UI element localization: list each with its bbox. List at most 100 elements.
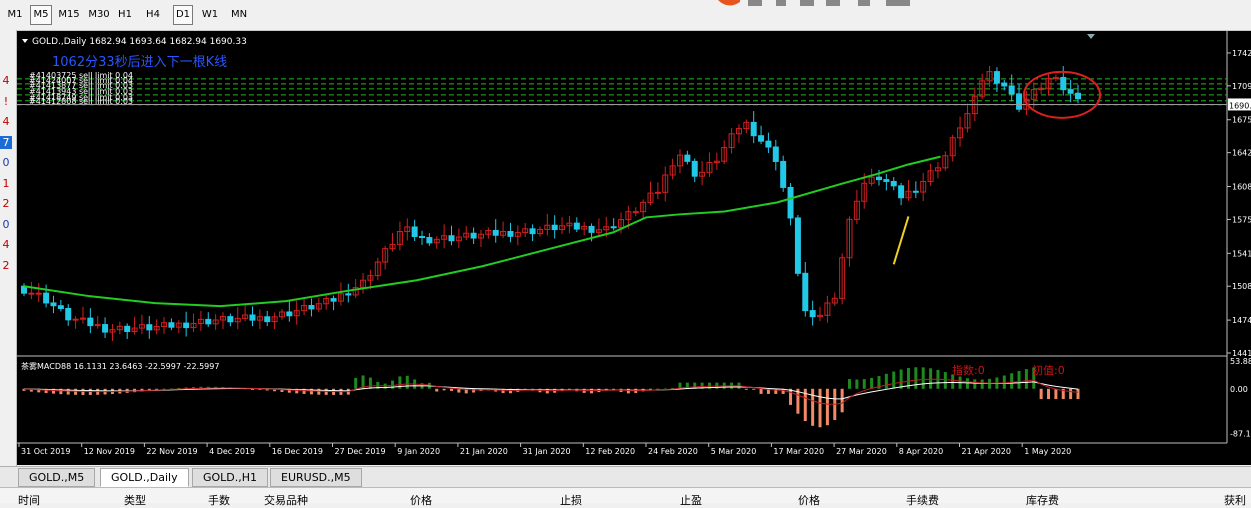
side-value: 0 bbox=[2, 156, 10, 169]
candle-body bbox=[102, 324, 109, 333]
x-tick-label: 31 Jan 2020 bbox=[523, 447, 571, 456]
column-header[interactable]: 止损 bbox=[560, 492, 582, 508]
macd-annotation: 初值:0 bbox=[1032, 363, 1065, 377]
macd-bar bbox=[1002, 375, 1006, 389]
candle-body bbox=[205, 318, 212, 325]
candle-body bbox=[124, 325, 131, 332]
candle-body bbox=[28, 292, 35, 295]
candle-body bbox=[772, 146, 779, 162]
candle-body bbox=[898, 185, 905, 199]
x-tick-label: 16 Dec 2019 bbox=[272, 447, 323, 456]
x-tick-label: 4 Dec 2019 bbox=[209, 447, 255, 456]
candle-body bbox=[227, 316, 234, 323]
candle-body bbox=[794, 217, 801, 274]
timeframe-button-m5[interactable]: M5 bbox=[30, 5, 52, 25]
chart-background bbox=[17, 31, 1251, 465]
column-header[interactable]: 库存费 bbox=[1026, 492, 1059, 508]
price-chart[interactable]: #41403725 sell limit 0.04#41424007 sell … bbox=[17, 31, 1251, 465]
candle-body bbox=[43, 292, 50, 304]
y-tick-label: 1709.00 bbox=[1232, 82, 1251, 91]
side-value: 4 bbox=[2, 238, 10, 251]
column-header[interactable]: 手数 bbox=[208, 492, 230, 508]
timeframe-button-w1[interactable]: W1 bbox=[201, 6, 219, 24]
macd-bar bbox=[1017, 370, 1021, 389]
candle-body bbox=[750, 121, 757, 137]
timeframe-button-d1[interactable]: D1 bbox=[173, 5, 193, 25]
candle-body bbox=[50, 302, 57, 307]
candle-body bbox=[993, 71, 1000, 84]
column-header[interactable]: 类型 bbox=[124, 492, 146, 508]
chart-tab[interactable]: GOLD.,H1 bbox=[192, 468, 269, 487]
candle-body bbox=[529, 228, 536, 235]
x-tick-label: 21 Apr 2020 bbox=[962, 447, 1011, 456]
candle-body bbox=[1060, 76, 1067, 91]
candle-body bbox=[758, 135, 765, 142]
chart-tab[interactable]: GOLD.,M5 bbox=[18, 468, 96, 487]
candle-body bbox=[765, 140, 772, 148]
candle-body bbox=[1052, 76, 1059, 79]
candle-body bbox=[411, 226, 418, 238]
timeframe-button-m30[interactable]: M30 bbox=[86, 6, 112, 24]
candle-body bbox=[308, 305, 315, 310]
macd-bar bbox=[626, 388, 630, 394]
candle-body bbox=[691, 160, 698, 177]
candle-body bbox=[780, 160, 787, 188]
macd-bar bbox=[449, 388, 453, 391]
candle-body bbox=[1016, 93, 1023, 110]
column-header[interactable]: 手续费 bbox=[906, 492, 939, 508]
candle-body bbox=[1008, 85, 1015, 95]
timeframe-button-m15[interactable]: M15 bbox=[58, 6, 80, 24]
column-header[interactable]: 止盈 bbox=[680, 492, 702, 508]
macd-tick-label: 53.8884 bbox=[1230, 357, 1251, 366]
column-header[interactable]: 交易品种 bbox=[264, 492, 308, 508]
candle-body bbox=[551, 224, 558, 231]
candle-body bbox=[146, 324, 153, 331]
macd-bar bbox=[1069, 388, 1073, 400]
x-tick-label: 1 May 2020 bbox=[1024, 447, 1071, 456]
timeframe-button-mn[interactable]: MN bbox=[229, 6, 249, 24]
macd-bar bbox=[317, 388, 321, 395]
macd-bar bbox=[892, 371, 896, 389]
column-header[interactable]: 价格 bbox=[798, 492, 820, 508]
y-tick-label: 1742.00 bbox=[1232, 49, 1251, 58]
timeframe-toolbar: M1 M5 M15 M30 H1 H4 D1 W1 MN bbox=[0, 0, 1251, 31]
y-tick-label: 1508.00 bbox=[1232, 282, 1251, 291]
macd-bar bbox=[752, 388, 756, 390]
macd-bar bbox=[870, 377, 874, 389]
candle-body bbox=[345, 293, 352, 296]
column-header[interactable]: 获利 bbox=[1224, 492, 1246, 508]
macd-bar bbox=[744, 388, 748, 390]
x-tick-label: 9 Jan 2020 bbox=[397, 447, 440, 456]
y-tick-label: 1541.00 bbox=[1232, 249, 1251, 258]
macd-tick-label: 0.00 bbox=[1230, 385, 1248, 394]
macd-bar bbox=[74, 388, 78, 395]
timeframe-button-h1[interactable]: H1 bbox=[117, 6, 133, 24]
y-tick-label: 1575.00 bbox=[1232, 215, 1251, 224]
current-price-label: 1690.33 bbox=[1229, 101, 1251, 110]
candle-body bbox=[419, 236, 426, 239]
macd-bar bbox=[1010, 373, 1014, 389]
macd-label: 茶雾MACD88 16.1131 23.6463 -22.5997 -22.59… bbox=[21, 361, 219, 371]
macd-bar bbox=[1054, 388, 1058, 400]
candle-body bbox=[330, 298, 337, 302]
left-panel-strip: 4! 4 7 0 1 2 0 4 2 bbox=[0, 30, 17, 470]
x-tick-label: 8 Apr 2020 bbox=[899, 447, 943, 456]
candle-body bbox=[632, 211, 639, 214]
macd-bar bbox=[368, 377, 372, 389]
macd-bar bbox=[914, 367, 918, 389]
side-value: 4 bbox=[2, 115, 10, 128]
side-value: 0 bbox=[2, 217, 10, 231]
x-tick-label: 27 Mar 2020 bbox=[836, 447, 887, 456]
timeframe-button-h4[interactable]: H4 bbox=[144, 6, 162, 24]
column-header[interactable]: 时间 bbox=[18, 492, 40, 508]
macd-bar bbox=[848, 379, 852, 389]
macd-bar bbox=[973, 379, 977, 389]
candle-body bbox=[1001, 82, 1008, 87]
candle-body bbox=[249, 314, 256, 321]
column-header[interactable]: 价格 bbox=[410, 492, 432, 508]
x-tick-label: 22 Nov 2019 bbox=[146, 447, 197, 456]
x-tick-label: 31 Oct 2019 bbox=[21, 447, 70, 456]
timeframe-button-m1[interactable]: M1 bbox=[6, 6, 24, 24]
chart-tab[interactable]: EURUSD.,M5 bbox=[270, 468, 362, 487]
chart-tab[interactable]: GOLD.,Daily bbox=[100, 468, 189, 487]
